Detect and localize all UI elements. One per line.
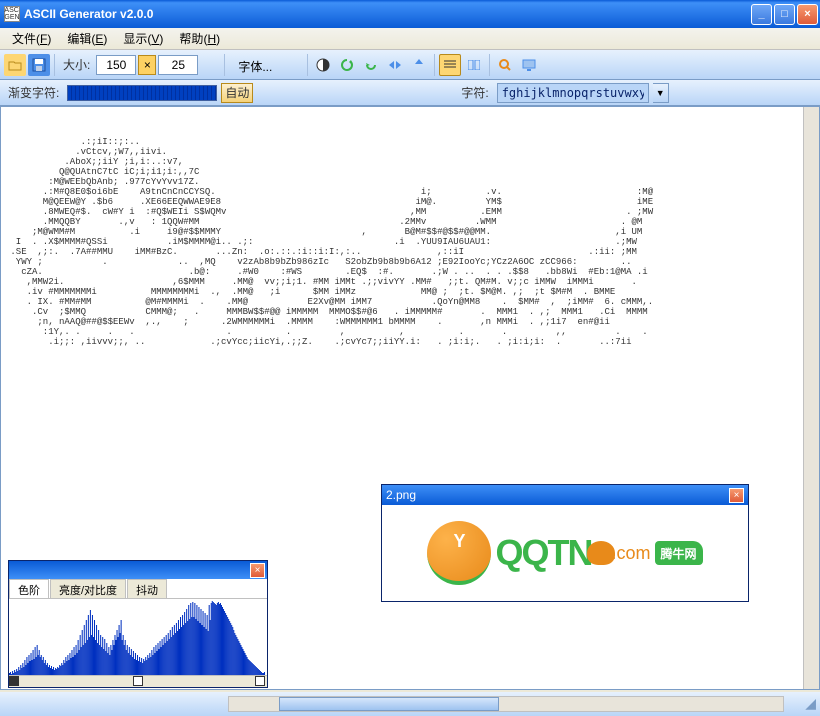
app-icon: ASC GEN xyxy=(4,6,20,22)
resize-grip[interactable]: ◢ xyxy=(800,696,816,712)
vertical-scrollbar[interactable] xyxy=(803,107,819,689)
auto-button[interactable]: 自动 xyxy=(221,83,253,103)
rotate-button[interactable] xyxy=(360,54,382,76)
histogram-close-button[interactable]: × xyxy=(250,563,265,578)
preview-panel: 2.png × Y QQTN .com 腾牛网 xyxy=(381,484,749,602)
scrollbar-thumb[interactable] xyxy=(279,697,499,711)
width-input[interactable] xyxy=(96,55,136,75)
histogram-handle-black[interactable] xyxy=(9,676,19,686)
preview-close-button[interactable]: × xyxy=(729,488,744,503)
menubar: 文件(F) 编辑(E) 显示(V) 帮助(H) xyxy=(0,28,820,50)
horizontal-scrollbar[interactable] xyxy=(228,696,784,712)
layout-button[interactable] xyxy=(463,54,485,76)
flip-v-button[interactable] xyxy=(408,54,430,76)
statusbar: ◢ xyxy=(0,692,820,716)
size-label: 大小: xyxy=(59,56,94,73)
zoom-button[interactable] xyxy=(494,54,516,76)
preview-titlebar[interactable]: 2.png × xyxy=(382,485,748,505)
toolbar: 大小: × 字体... xyxy=(0,50,820,80)
window-title: ASCII Generator v2.0.0 xyxy=(24,7,751,21)
save-button[interactable] xyxy=(28,54,50,76)
histogram-panel: × 色阶 亮度/对比度 抖动 xyxy=(8,560,268,688)
histogram-chart xyxy=(9,599,267,675)
chars-input[interactable] xyxy=(497,83,649,103)
gradient-label: 渐变字符: xyxy=(4,84,63,101)
flip-h-button[interactable] xyxy=(384,54,406,76)
chars-label: 字符: xyxy=(457,84,492,101)
menu-view[interactable]: 显示(V) xyxy=(115,28,171,49)
tab-levels[interactable]: 色阶 xyxy=(9,579,49,598)
control-bar: 渐变字符: 自动 字符: ▼ xyxy=(0,80,820,106)
font-button[interactable]: 字体... xyxy=(229,55,281,75)
preview-image: Y QQTN .com 腾牛网 xyxy=(382,505,748,601)
gradient-slider[interactable] xyxy=(67,85,217,101)
ascii-output: .:;iI::;:.. .vCtcv,;W7,,iivi. .AboX;;iiY… xyxy=(1,107,819,351)
menu-file[interactable]: 文件(F) xyxy=(4,28,59,49)
tab-dither[interactable]: 抖动 xyxy=(127,579,167,598)
histogram-titlebar[interactable]: × xyxy=(9,561,267,579)
minimize-button[interactable]: _ xyxy=(751,4,772,25)
histogram-handle-mid[interactable] xyxy=(133,676,143,686)
height-input[interactable] xyxy=(158,55,198,75)
chars-dropdown[interactable]: ▼ xyxy=(653,83,669,103)
open-button[interactable] xyxy=(4,54,26,76)
size-lock-button[interactable]: × xyxy=(138,55,156,75)
menu-edit[interactable]: 编辑(E) xyxy=(59,28,115,49)
maximize-button[interactable]: □ xyxy=(774,4,795,25)
logo-suffix-text: .com xyxy=(611,543,650,564)
logo-ox-icon xyxy=(587,541,615,565)
logo-badge: 腾牛网 xyxy=(655,541,703,565)
logo-brand-text: QQTN xyxy=(495,532,591,574)
close-button[interactable]: × xyxy=(797,4,818,25)
align-button[interactable] xyxy=(439,54,461,76)
logo-icon: Y xyxy=(427,521,491,585)
contrast-button[interactable] xyxy=(312,54,334,76)
histogram-handle-white[interactable] xyxy=(255,676,265,686)
titlebar: ASC GEN ASCII Generator v2.0.0 _ □ × xyxy=(0,0,820,28)
menu-help[interactable]: 帮助(H) xyxy=(171,28,228,49)
histogram-slider[interactable] xyxy=(9,675,267,687)
monitor-button[interactable] xyxy=(518,54,540,76)
refresh-button[interactable] xyxy=(336,54,358,76)
tab-brightness[interactable]: 亮度/对比度 xyxy=(50,579,126,598)
preview-title-text: 2.png xyxy=(386,488,416,502)
